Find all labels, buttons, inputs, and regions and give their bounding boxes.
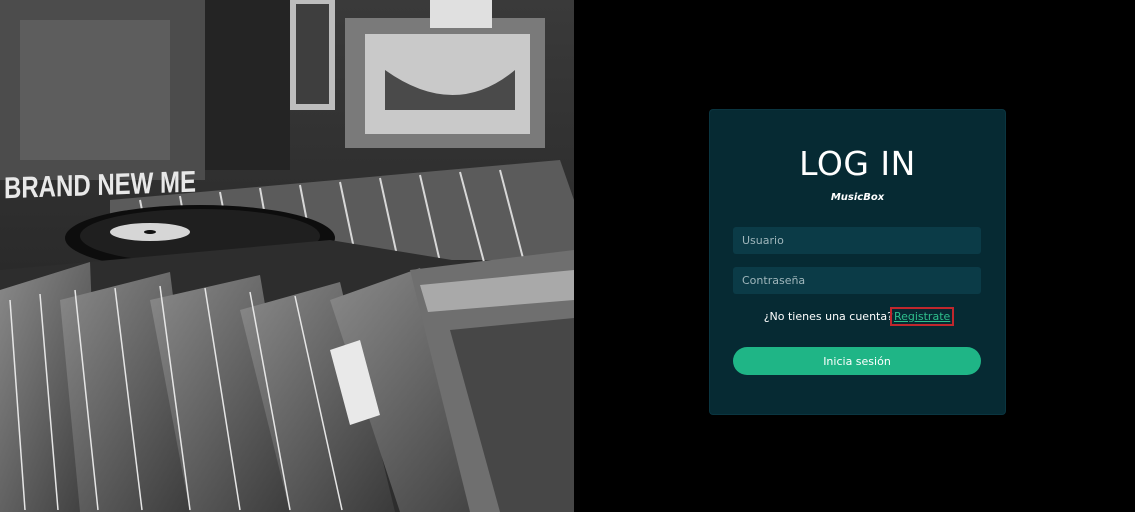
brand-name: MusicBox: [830, 192, 885, 203]
username-input[interactable]: [733, 227, 981, 254]
login-button[interactable]: Inicia sesión: [733, 347, 981, 375]
no-account-text: ¿No tienes una cuenta?: [763, 310, 893, 323]
hero-image: BRAND NEW ME: [0, 0, 574, 512]
register-link[interactable]: Registrate: [889, 307, 955, 326]
login-title: LOG IN: [799, 144, 916, 183]
hero-sign-text: BRAND NEW ME: [4, 165, 196, 206]
password-input[interactable]: [733, 267, 981, 294]
register-prompt: ¿No tienes una cuenta?Registrate: [710, 307, 1005, 326]
